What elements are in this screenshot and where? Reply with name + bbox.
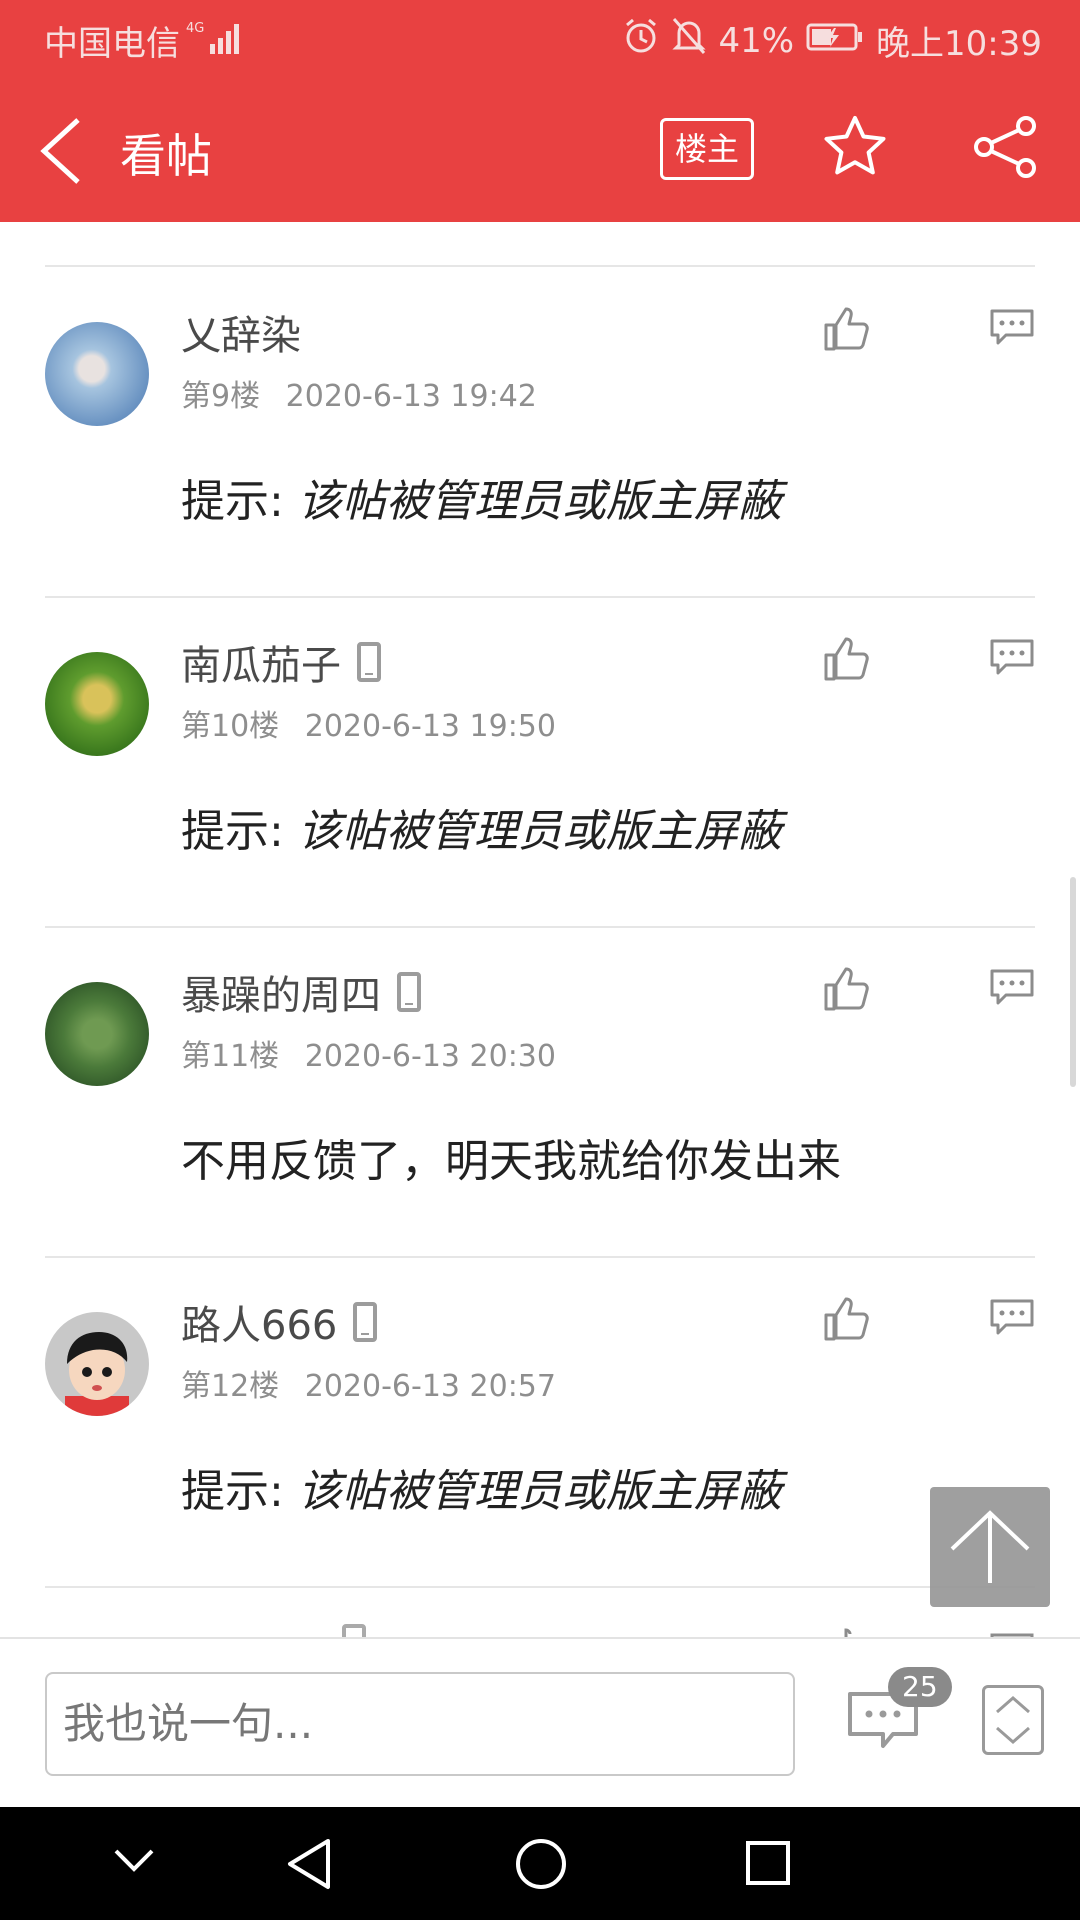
username-text: 暴躁的周四: [181, 973, 381, 1019]
thumbs-up-icon[interactable]: [822, 965, 870, 1017]
post-content: 提示: 该帖被管理员或版主屏蔽: [181, 465, 782, 529]
post-time: 2020-6-13 19:50: [304, 709, 556, 744]
battery-icon: [806, 21, 864, 61]
op-only-button[interactable]: 楼主: [660, 118, 754, 180]
mobile-device-icon: [357, 642, 381, 682]
post-item: 南瓜茄子 第10楼 2020-6-13 19:50 提示: 该帖被管理员或版主屏…: [0, 597, 1080, 927]
post-meta: 第9楼 2020-6-13 19:42: [181, 371, 537, 415]
clock: 晚上10:39: [876, 24, 1042, 64]
alarm-icon: [622, 17, 660, 64]
mute-icon: [672, 17, 707, 64]
post-item: 路人666 第12楼 2020-6-13 20:57 提示: 该帖被管理员或版主…: [0, 1257, 1080, 1587]
hint-text: 该帖被管理员或版主屏蔽: [297, 1466, 782, 1517]
username[interactable]: 乂辞染: [181, 303, 301, 361]
post-time: 2020-6-13 20:57: [304, 1369, 556, 1404]
floor-number: 第9楼: [181, 379, 261, 414]
share-icon[interactable]: [972, 114, 1038, 184]
post-item: 暴躁的周四 第11楼 2020-6-13 20:30 不用反馈了，明天我就给你发…: [0, 927, 1080, 1257]
mobile-device-icon: [353, 1302, 378, 1342]
nav-home-icon[interactable]: [514, 1837, 568, 1895]
back-to-top-button[interactable]: [930, 1487, 1050, 1607]
post-meta: 第11楼 2020-6-13 20:30: [181, 1031, 556, 1075]
toolbar: 看帖 楼主: [0, 96, 1080, 206]
scrollbar[interactable]: [1070, 877, 1076, 1087]
mobile-device-icon: [342, 1624, 366, 1637]
back-arrow-icon[interactable]: [38, 116, 84, 190]
reply-icon[interactable]: [988, 637, 1036, 681]
username[interactable]: 南瓜茄子: [181, 633, 381, 691]
avatar[interactable]: [45, 652, 149, 756]
post-content: 不用反馈了，明天我就给你发出来: [181, 1136, 841, 1187]
post-time: 2020-6-13 20:30: [304, 1039, 556, 1074]
floor-number: 第12楼: [181, 1369, 280, 1404]
hint-text: 该帖被管理员或版主屏蔽: [297, 806, 782, 857]
avatar[interactable]: [45, 322, 149, 426]
hint-label: 提示:: [181, 806, 284, 857]
comment-input[interactable]: 我也说一句...: [45, 1672, 795, 1776]
username-text: 南瓜茄子: [181, 643, 341, 689]
hint-label: 提示:: [181, 476, 284, 527]
post-content: 提示: 该帖被管理员或版主屏蔽: [181, 795, 782, 859]
post-meta: 第10楼 2020-6-13 19:50: [181, 701, 556, 745]
reply-icon[interactable]: [988, 1628, 1036, 1637]
username[interactable]: 路人666: [181, 1293, 378, 1351]
carrier-label: 中国电信: [44, 24, 180, 64]
arrow-up-icon: [950, 1510, 1030, 1583]
avatar[interactable]: [45, 1312, 149, 1416]
reply-icon[interactable]: [988, 1297, 1036, 1341]
post-time: 2020-6-13 19:42: [285, 379, 537, 414]
app-header: 中国电信 4G 41% 晚上10:39 看帖 楼主: [0, 0, 1080, 222]
star-icon[interactable]: [822, 114, 888, 184]
signal-icon: 4G: [186, 18, 246, 62]
nav-recents-icon[interactable]: [744, 1839, 792, 1891]
hint-text: 该帖被管理员或版主屏蔽: [297, 476, 782, 527]
post-meta: 第12楼 2020-6-13 20:57: [181, 1361, 556, 1405]
page-jump-button[interactable]: [982, 1685, 1044, 1755]
comment-count-badge: 25: [888, 1667, 952, 1707]
battery-percent: 41%: [718, 20, 795, 61]
reply-icon[interactable]: [988, 307, 1036, 351]
username-text: 路人666: [181, 1303, 338, 1349]
post-content: 提示: 该帖被管理员或版主屏蔽: [181, 1455, 782, 1519]
reply-bar: 我也说一句... 25: [0, 1637, 1080, 1809]
nav-back-icon[interactable]: [284, 1837, 334, 1895]
username-text: 乂辞染: [181, 313, 301, 359]
page-title: 看帖: [120, 129, 212, 183]
post-list: 乂辞染 第9楼 2020-6-13 19:42 提示: 该帖被管理员或版主屏蔽 …: [0, 222, 1080, 1637]
hide-keyboard-icon[interactable]: [112, 1845, 156, 1879]
status-bar: 中国电信 4G 41% 晚上10:39: [0, 0, 1080, 72]
thumbs-up-icon[interactable]: [822, 1295, 870, 1347]
avatar[interactable]: [45, 982, 149, 1086]
system-nav-bar: [0, 1807, 1080, 1920]
thumbs-up-icon[interactable]: [822, 635, 870, 687]
thumbs-up-icon[interactable]: [822, 1626, 870, 1637]
post-item: 乂辞染 第9楼 2020-6-13 19:42 提示: 该帖被管理员或版主屏蔽: [0, 267, 1080, 597]
divider: [45, 1586, 1035, 1588]
username[interactable]: 暴躁的周四: [181, 963, 421, 1021]
up-down-icon: [996, 1696, 1030, 1744]
reply-icon[interactable]: [988, 967, 1036, 1011]
hint-label: 提示:: [181, 1466, 284, 1517]
mobile-device-icon: [397, 972, 421, 1012]
floor-number: 第10楼: [181, 709, 280, 744]
network-label: 4G: [186, 21, 204, 36]
thumbs-up-icon[interactable]: [822, 305, 870, 357]
floor-number: 第11楼: [181, 1039, 280, 1074]
